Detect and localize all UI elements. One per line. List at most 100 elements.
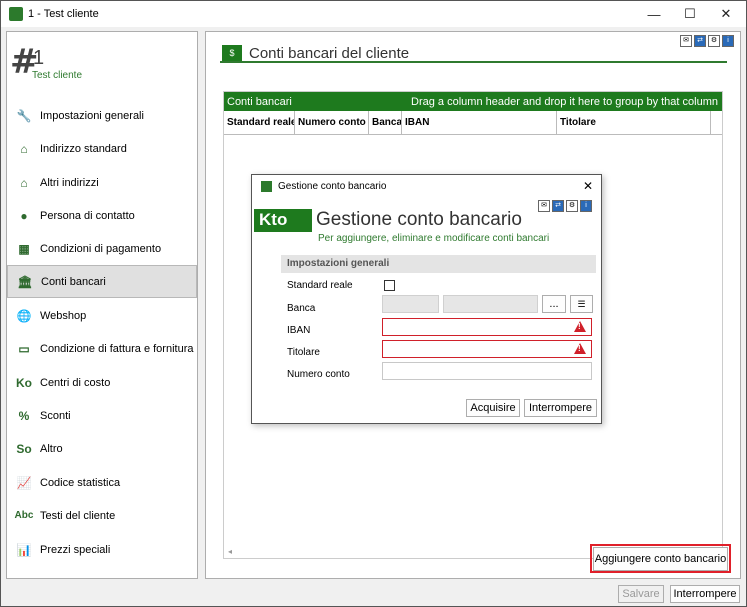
sidebar: # 1 Test cliente 🔧 Impostazioni generali…	[6, 31, 198, 579]
homes-icon: ⌂	[20, 175, 28, 190]
sidebar-item-codice-statistica[interactable]: 📈 Codice statistica	[7, 466, 197, 499]
sidebar-item-prezzi-speciali[interactable]: 📊 Prezzi speciali	[7, 533, 197, 566]
wrench-icon: 🔧	[16, 108, 32, 123]
list-icon: ☰	[577, 298, 586, 309]
dialog-subtitle: Per aggiungere, eliminare e modificare c…	[318, 233, 550, 244]
percent-icon: %	[18, 408, 30, 423]
dialog-title-bar: Gestione conto bancario ✕	[252, 175, 601, 198]
sidebar-item-centri-di-costo[interactable]: Ko Centri di costo	[7, 366, 197, 399]
column-numero-conto[interactable]: Numero conto	[295, 111, 369, 135]
sidebar-item-label: Testi del cliente	[40, 509, 116, 522]
kto-badge: Kto	[254, 209, 312, 232]
title-bar: 1 - Test cliente — ☐ ✕	[1, 1, 746, 27]
sidebar-item-label: Prezzi speciali	[40, 543, 111, 556]
holder-label: Titolare	[287, 347, 320, 358]
info-icon[interactable]: i	[722, 35, 734, 47]
sidebar-item-altro[interactable]: So Altro	[7, 432, 197, 465]
home-icon: ⌂	[20, 141, 28, 156]
sidebar-item-altri-indirizzi[interactable]: ⌂ Altri indirizzi	[7, 166, 197, 199]
cancel-button[interactable]: Interrompere	[670, 585, 740, 603]
sidebar-item-conti-bancari[interactable]: 🏛 Conti bancari	[7, 265, 197, 298]
sidebar-item-label: Indirizzo standard	[40, 142, 127, 155]
sidebar-item-testi-del-cliente[interactable]: Abc Testi del cliente	[7, 499, 197, 532]
sidebar-item-sconti[interactable]: % Sconti	[7, 399, 197, 432]
grid-column-headers: Standard reale Numero conto Banca IBAN T…	[224, 111, 722, 135]
abc-icon: Abc	[14, 510, 34, 521]
column-banca[interactable]: Banca	[369, 111, 402, 135]
so-icon: So	[16, 441, 32, 456]
mail-icon[interactable]: ✉	[538, 200, 550, 212]
section-header: Impostazioni generali	[281, 255, 596, 273]
bank-label: Banca	[287, 303, 316, 314]
sidebar-item-label: Impostazioni generali	[40, 109, 144, 122]
sidebar-item-label: Conti bancari	[41, 275, 106, 288]
app-icon	[9, 7, 23, 21]
toolbar-icons: ✉ ⇄ ⚙ i	[680, 35, 734, 47]
group-hint: Drag a column header and drop it here to…	[411, 96, 718, 108]
globe-icon: 🌐	[16, 308, 32, 323]
settings-icon[interactable]: ⚙	[566, 200, 578, 212]
acquire-button[interactable]: Acquisire	[466, 399, 520, 417]
account-number-label: Numero conto	[287, 369, 350, 380]
dialog-window-title: Gestione conto bancario	[278, 181, 387, 192]
bank-name-field[interactable]	[443, 295, 538, 313]
sidebar-item-webshop[interactable]: 🌐 Webshop	[7, 299, 197, 332]
sidebar-item-label: Condizioni di pagamento	[40, 242, 162, 255]
bank-icon: $	[222, 45, 242, 61]
column-iban[interactable]: IBAN	[402, 111, 557, 135]
dialog-toolbar-icons: ✉ ⇄ ⚙ i	[538, 200, 592, 212]
bank-icon: 🏛	[17, 274, 33, 289]
title-underline	[220, 61, 727, 63]
sidebar-item-indirizzo-standard[interactable]: ⌂ Indirizzo standard	[7, 132, 197, 165]
sidebar-item-impostazioni-generali[interactable]: 🔧 Impostazioni generali	[7, 99, 197, 132]
sidebar-item-condizione-fattura[interactable]: ▭ Condizione di fattura e fornitura	[7, 332, 197, 365]
iban-label: IBAN	[287, 325, 311, 336]
sync-icon[interactable]: ⇄	[694, 35, 706, 47]
sidebar-item-label: Condizione di fattura e fornitura	[40, 342, 194, 355]
scroll-left-icon[interactable]: ◂	[228, 547, 232, 556]
dialog-close-button[interactable]: ✕	[583, 179, 593, 193]
iban-input[interactable]	[382, 318, 592, 336]
customer-number: 1	[33, 47, 45, 69]
grid-header: Conti bancari Drag a column header and d…	[224, 92, 722, 111]
sidebar-item-label: Codice statistica	[40, 476, 121, 489]
person-icon: ●	[20, 208, 28, 223]
window-title: 1 - Test cliente	[28, 8, 99, 20]
standard-checkbox[interactable]	[384, 280, 395, 291]
invoice-icon: ▭	[18, 341, 30, 356]
dialog-title: Gestione conto bancario	[316, 209, 522, 230]
mail-icon[interactable]: ✉	[680, 35, 692, 47]
save-button[interactable]: Salvare	[618, 585, 664, 603]
close-button[interactable]: ✕	[709, 1, 743, 27]
column-titolare[interactable]: Titolare	[557, 111, 711, 135]
minimize-button[interactable]: —	[637, 1, 671, 27]
maximize-button[interactable]: ☐	[673, 1, 707, 27]
sidebar-item-label: Altro	[40, 442, 63, 455]
sidebar-item-persona-di-contatto[interactable]: ● Persona di contatto	[7, 199, 197, 232]
account-number-input[interactable]	[382, 362, 592, 380]
sidebar-item-condizioni-di-pagamento[interactable]: ▦ Condizioni di pagamento	[7, 232, 197, 265]
standard-label: Standard reale	[287, 280, 353, 291]
info-icon[interactable]: i	[580, 200, 592, 212]
bank-account-dialog: Gestione conto bancario ✕ ✉ ⇄ ⚙ i Kto Ge…	[251, 174, 602, 424]
sidebar-item-label: Altri indirizzi	[40, 176, 99, 189]
browse-bank-button[interactable]: ...	[542, 295, 566, 313]
customer-name: Test cliente	[32, 70, 83, 81]
column-standard-reale[interactable]: Standard reale	[224, 111, 295, 135]
dialog-cancel-button[interactable]: Interrompere	[524, 399, 597, 417]
warning-icon	[574, 343, 586, 354]
sidebar-item-label: Webshop	[40, 309, 87, 322]
sync-icon[interactable]: ⇄	[552, 200, 564, 212]
app-icon	[261, 181, 272, 192]
ko-icon: Ko	[16, 375, 32, 390]
bank-code-field[interactable]	[382, 295, 439, 313]
page-title: Conti bancari del cliente	[249, 45, 410, 62]
bar-chart-icon: 📊	[16, 542, 32, 557]
settings-icon[interactable]: ⚙	[708, 35, 720, 47]
highlight-frame	[590, 544, 731, 573]
sidebar-item-label: Centri di costo	[40, 376, 111, 389]
holder-input[interactable]	[382, 340, 592, 358]
bank-list-button[interactable]: ☰	[570, 295, 593, 313]
grid-caption: Conti bancari	[227, 96, 292, 108]
warning-icon	[574, 321, 586, 332]
